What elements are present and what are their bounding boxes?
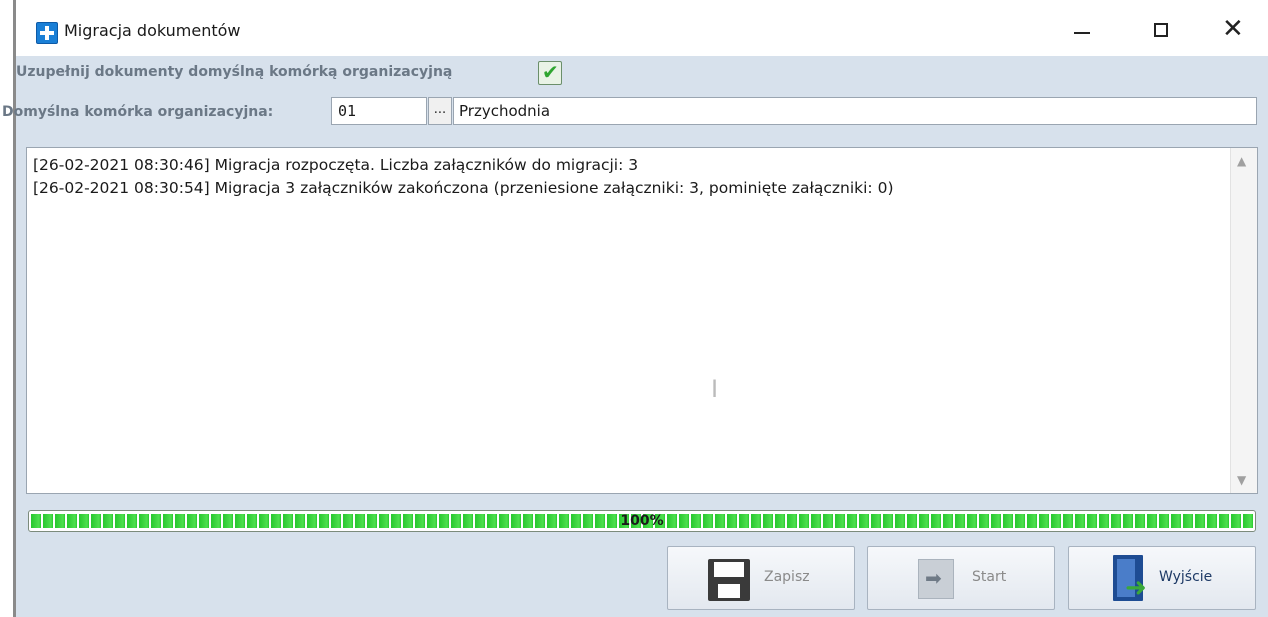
scroll-down-icon[interactable]: ▼ [1237, 473, 1246, 487]
maximize-button[interactable] [1142, 10, 1182, 50]
arrow-right-icon: ➡ [925, 566, 942, 590]
log-lines: [26-02-2021 08:30:46] Migracja rozpoczęt… [33, 154, 1225, 200]
progress-label: 100% [620, 513, 664, 529]
fill-default-row: Uzupełnij dokumenty domyślną komórką org… [16, 56, 1268, 92]
minimize-button[interactable] [1062, 10, 1102, 50]
checkmark-icon: ✔ [542, 60, 559, 84]
migration-progress-bar: 100% [28, 510, 1256, 532]
exit-button[interactable]: ➜ Wyjście [1068, 546, 1256, 610]
text-cursor-icon: I [711, 375, 719, 403]
close-icon: ✕ [1222, 14, 1244, 44]
minimize-icon [1074, 32, 1090, 34]
fill-default-label: Uzupełnij dokumenty domyślną komórką org… [16, 64, 453, 80]
floppy-disk-icon [708, 559, 750, 601]
exit-arrow-icon: ➜ [1125, 573, 1147, 603]
dialog-content: Uzupełnij dokumenty domyślną komórką org… [2, 56, 1268, 617]
start-button[interactable]: ➡ Start [867, 546, 1055, 610]
unit-lookup-button[interactable]: ... [428, 97, 452, 125]
start-button-label: Start [972, 569, 1007, 585]
exit-button-label: Wyjście [1159, 569, 1213, 585]
maximize-icon [1154, 23, 1168, 37]
window-title: Migracja dokumentów [64, 21, 241, 40]
default-unit-row: Domyślna komórka organizacyjna: 01 ... P… [2, 96, 1268, 128]
save-button[interactable]: Zapisz [667, 546, 855, 610]
log-scrollbar[interactable]: ▲ ▼ [1230, 148, 1257, 493]
migration-log[interactable]: [26-02-2021 08:30:46] Migracja rozpoczęt… [26, 147, 1258, 494]
close-button[interactable]: ✕ [1213, 10, 1253, 50]
log-line: [26-02-2021 08:30:46] Migracja rozpoczęt… [33, 156, 639, 174]
unit-code-input[interactable]: 01 [331, 97, 427, 125]
app-cross-icon [36, 22, 58, 44]
default-unit-label: Domyślna komórka organizacyjna: [2, 104, 274, 120]
migration-window: Migracja dokumentów ✕ Uzupełnij dokument… [2, 0, 1268, 617]
title-bar[interactable]: Migracja dokumentów ✕ [16, 0, 1268, 56]
unit-name-field: Przychodnia [453, 97, 1257, 125]
fill-default-checkbox[interactable]: ✔ [538, 60, 562, 85]
start-document-icon: ➡ [918, 559, 954, 599]
scroll-up-icon[interactable]: ▲ [1237, 154, 1246, 168]
save-button-label: Zapisz [764, 569, 810, 585]
log-line: [26-02-2021 08:30:54] Migracja 3 załączn… [33, 179, 894, 197]
left-edge [0, 0, 6, 617]
